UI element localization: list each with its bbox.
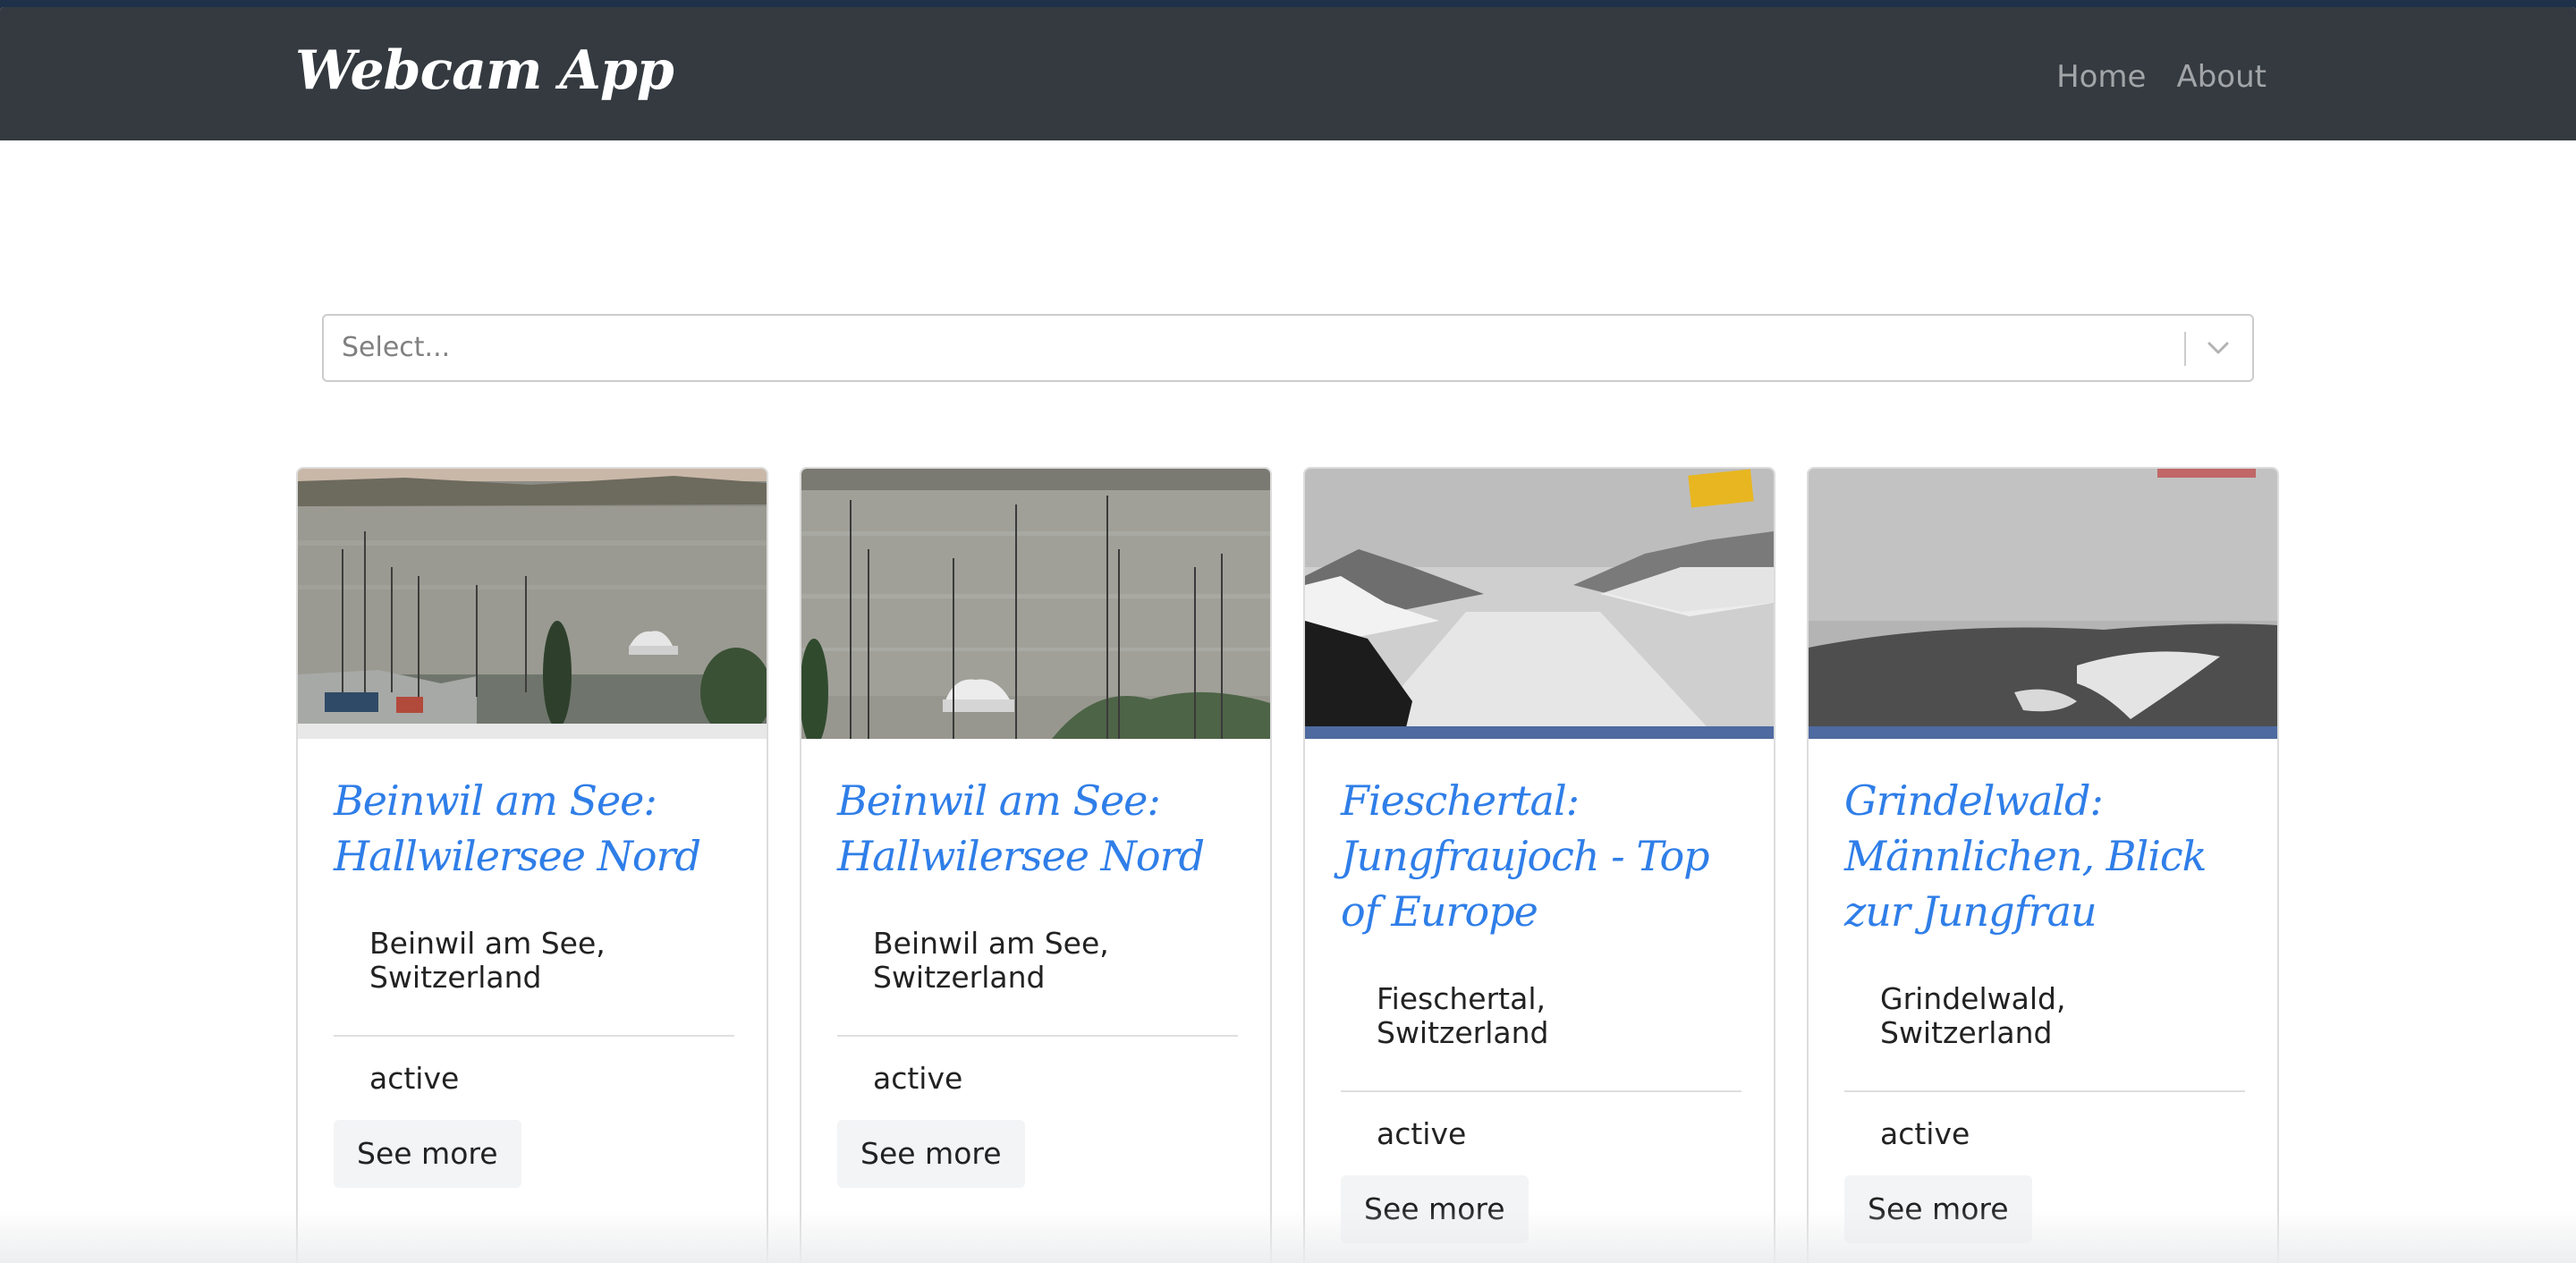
chevron-down-icon[interactable] (2204, 334, 2233, 362)
card-divider (1844, 1090, 2245, 1092)
select-separator (2184, 332, 2186, 366)
see-more-button[interactable]: See more (334, 1120, 521, 1188)
webcam-card: Beinwil am See: Hallwilersee Nord Beinwi… (800, 467, 1272, 1263)
card-divider (1341, 1090, 1741, 1092)
card-title[interactable]: Beinwil am See: Hallwilersee Nord (837, 773, 1249, 884)
see-more-button[interactable]: See more (1844, 1175, 2032, 1243)
webcam-card: Beinwil am See: Hallwilersee Nord Beinwi… (296, 467, 768, 1263)
card-divider (837, 1035, 1238, 1037)
see-more-button[interactable]: See more (837, 1120, 1025, 1188)
card-divider (334, 1035, 734, 1037)
card-status: active (873, 1061, 963, 1096)
card-title[interactable]: Beinwil am See: Hallwilersee Nord (334, 773, 745, 884)
navbar: Webcam App Home About (0, 7, 2576, 140)
card-status: active (369, 1061, 460, 1096)
card-title[interactable]: Grindelwald: Männlichen, Blick zur Jungf… (1844, 773, 2256, 939)
nav-link-home[interactable]: Home (2056, 59, 2146, 95)
select-placeholder: Select... (342, 332, 451, 363)
webcam-image[interactable] (1305, 469, 1774, 739)
nav-links: Home About (2056, 59, 2267, 95)
card-title[interactable]: Fieschertal: Jungfraujoch - Top of Europ… (1341, 773, 1752, 939)
nav-link-about[interactable]: About (2176, 59, 2267, 95)
brand-logo[interactable]: Webcam App (295, 39, 674, 102)
webcam-image[interactable] (298, 469, 767, 739)
card-status: active (1880, 1116, 1970, 1151)
card-location: Beinwil am See, Switzerland (369, 926, 606, 995)
see-more-button[interactable]: See more (1341, 1175, 1529, 1243)
webcam-image[interactable] (1809, 469, 2277, 739)
webcam-image[interactable] (801, 469, 1270, 739)
card-status: active (1377, 1116, 1467, 1151)
card-location: Fieschertal, Switzerland (1377, 981, 1549, 1050)
card-location: Grindelwald, Switzerland (1880, 981, 2066, 1050)
card-location: Beinwil am See, Switzerland (873, 926, 1109, 995)
webcam-card: Fieschertal: Jungfraujoch - Top of Europ… (1303, 467, 1775, 1263)
webcam-select[interactable]: Select... (322, 314, 2254, 382)
webcam-card: Grindelwald: Männlichen, Blick zur Jungf… (1807, 467, 2279, 1263)
app-viewport: Webcam App Home About Select... Beinwil … (0, 7, 2576, 1263)
